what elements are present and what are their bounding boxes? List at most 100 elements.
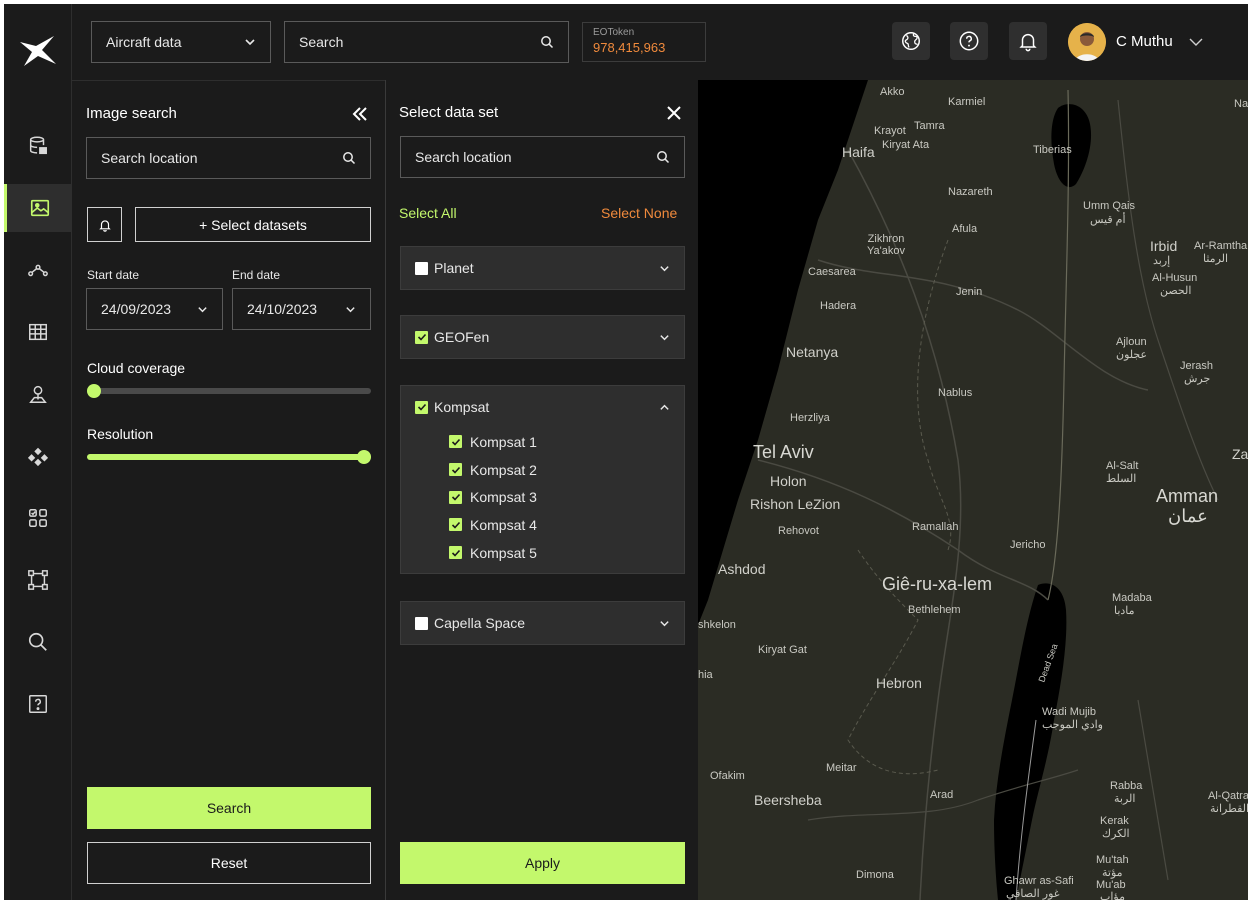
map-label: مادبا bbox=[1114, 605, 1135, 617]
location-search-input[interactable]: Search location bbox=[86, 137, 371, 179]
map-label: Beersheba bbox=[754, 792, 822, 808]
dataset-child-item[interactable]: Kompsat 3 bbox=[401, 483, 684, 511]
reset-button[interactable]: Reset bbox=[87, 842, 371, 884]
dataset-child-item[interactable]: Kompsat 1 bbox=[401, 428, 684, 456]
cloud-coverage-slider-handle[interactable] bbox=[87, 384, 101, 398]
nav-area-select-icon[interactable] bbox=[4, 556, 72, 604]
search-icon bbox=[343, 152, 356, 165]
checkbox-checked[interactable] bbox=[449, 546, 462, 560]
checkmark-icon bbox=[451, 521, 460, 529]
dataset-header[interactable]: Planet bbox=[401, 247, 684, 289]
dataset-group-planet: Planet bbox=[400, 246, 685, 290]
eo-token-label: EOToken bbox=[593, 27, 635, 38]
dataset-child-item[interactable]: Kompsat 4 bbox=[401, 511, 684, 539]
close-icon[interactable] bbox=[667, 106, 681, 120]
nav-image-search-icon[interactable] bbox=[4, 184, 72, 232]
map-label: Ar-Ramtha bbox=[1194, 240, 1248, 252]
app-window: Aircraft data Search EOToken 978,415,963… bbox=[4, 4, 1248, 900]
dataset-child-name: Kompsat 2 bbox=[470, 461, 537, 478]
select-datasets-button[interactable]: + Select datasets bbox=[135, 207, 371, 242]
nav-database-icon[interactable] bbox=[4, 122, 72, 170]
checkbox-checked[interactable] bbox=[449, 463, 462, 477]
map-label: Akko bbox=[880, 86, 905, 98]
map-label: Afula bbox=[952, 223, 978, 235]
map-label: Amman bbox=[1156, 486, 1219, 506]
nav-help-icon[interactable] bbox=[4, 680, 72, 728]
nav-table-icon[interactable] bbox=[4, 308, 72, 356]
cloud-coverage-slider-track[interactable] bbox=[87, 388, 371, 394]
checkbox-checked[interactable] bbox=[415, 330, 428, 344]
dataset-header[interactable]: GEOFen bbox=[401, 316, 684, 358]
chevron-down-icon[interactable] bbox=[659, 263, 670, 274]
nav-layers-icon[interactable] bbox=[4, 432, 72, 480]
dataset-header[interactable]: Capella Space bbox=[401, 602, 684, 644]
chevron-down-icon[interactable] bbox=[659, 332, 670, 343]
checkbox-checked[interactable] bbox=[449, 490, 462, 504]
select-none-link[interactable]: Select None bbox=[601, 205, 677, 221]
global-search-input[interactable]: Search bbox=[284, 21, 569, 63]
map-label: Jerash bbox=[1180, 360, 1214, 372]
checkbox-checked[interactable] bbox=[449, 435, 462, 449]
dataset-location-search-input[interactable]: Search location bbox=[400, 136, 685, 178]
chevron-up-icon[interactable] bbox=[659, 402, 670, 413]
help-circle-icon bbox=[959, 31, 979, 51]
collapse-panel-icon[interactable] bbox=[352, 107, 368, 121]
end-date-field[interactable]: 24/10/2023 bbox=[232, 288, 371, 330]
dataset-type-value: Aircraft data bbox=[106, 34, 182, 50]
app-logo[interactable] bbox=[16, 34, 60, 70]
map-view[interactable]: Akko Karmiel Nawa Krayot Tamra Haifa Kir… bbox=[698, 80, 1248, 900]
user-menu-chevron-icon[interactable] bbox=[1188, 34, 1204, 50]
location-search-placeholder: Search location bbox=[101, 150, 198, 166]
search-button[interactable]: Search bbox=[87, 787, 371, 829]
select-all-link[interactable]: Select All bbox=[399, 205, 457, 221]
dataset-name: Planet bbox=[434, 260, 474, 276]
globe-button[interactable] bbox=[892, 22, 930, 60]
map-label: Rishon LeZion bbox=[750, 496, 841, 512]
map-label: السلط bbox=[1106, 473, 1137, 485]
eo-token-value: 978,415,963 bbox=[593, 40, 666, 55]
user-avatar[interactable] bbox=[1068, 23, 1106, 61]
checkbox-checked[interactable] bbox=[415, 400, 428, 414]
map-label: Mu'tah bbox=[1096, 854, 1129, 866]
user-name[interactable]: C Muthu bbox=[1116, 33, 1173, 50]
checkbox-unchecked[interactable] bbox=[415, 616, 428, 630]
map-label: Rehovot bbox=[778, 525, 819, 537]
map-label: Giê-ru-xa-lem bbox=[882, 574, 993, 594]
top-bar: Aircraft data Search EOToken 978,415,963… bbox=[72, 4, 1248, 80]
checkbox-unchecked[interactable] bbox=[415, 261, 428, 275]
nav-location-pin-icon[interactable] bbox=[4, 370, 72, 418]
nav-search-icon[interactable] bbox=[4, 618, 72, 666]
checkbox-checked[interactable] bbox=[449, 518, 462, 532]
resolution-slider-handle[interactable] bbox=[357, 450, 371, 464]
dataset-child-item[interactable]: Kompsat 5 bbox=[401, 539, 684, 567]
notifications-button[interactable] bbox=[1009, 22, 1047, 60]
dataset-child-name: Kompsat 4 bbox=[470, 516, 537, 533]
map-label: Ghawr as-Safi bbox=[1004, 875, 1074, 887]
map-label: Ofakim bbox=[710, 770, 745, 782]
map-label: hia bbox=[698, 669, 713, 681]
checkmark-icon bbox=[451, 494, 460, 501]
resolution-slider-track[interactable] bbox=[87, 454, 371, 460]
dataset-child-name: Kompsat 1 bbox=[470, 433, 537, 450]
globe-icon bbox=[902, 32, 920, 50]
map-label: Kiryat Ata bbox=[882, 139, 930, 151]
dataset-type-dropdown[interactable]: Aircraft data bbox=[91, 21, 271, 63]
apply-button[interactable]: Apply bbox=[400, 842, 685, 884]
dataset-header[interactable]: Kompsat bbox=[401, 386, 684, 428]
map-label: جرش bbox=[1184, 373, 1211, 385]
nav-route-icon[interactable] bbox=[4, 246, 72, 294]
nav-tasks-icon[interactable] bbox=[4, 494, 72, 542]
dataset-name: Capella Space bbox=[434, 615, 526, 631]
map-label: Meitar bbox=[826, 762, 857, 774]
help-button[interactable] bbox=[950, 22, 988, 60]
dataset-group-capella-space: Capella Space bbox=[400, 601, 685, 645]
eo-token-balance: EOToken 978,415,963 bbox=[582, 22, 706, 62]
map-label: غور الصافي bbox=[1006, 888, 1060, 900]
left-nav-rail bbox=[4, 4, 72, 900]
alert-button[interactable] bbox=[87, 207, 122, 242]
chevron-down-icon[interactable] bbox=[659, 618, 670, 629]
map-label: Nawa bbox=[1234, 98, 1248, 110]
start-date-field[interactable]: 24/09/2023 bbox=[86, 288, 223, 330]
dataset-child-item[interactable]: Kompsat 2 bbox=[401, 456, 684, 484]
map-label: Irbid bbox=[1150, 238, 1178, 254]
